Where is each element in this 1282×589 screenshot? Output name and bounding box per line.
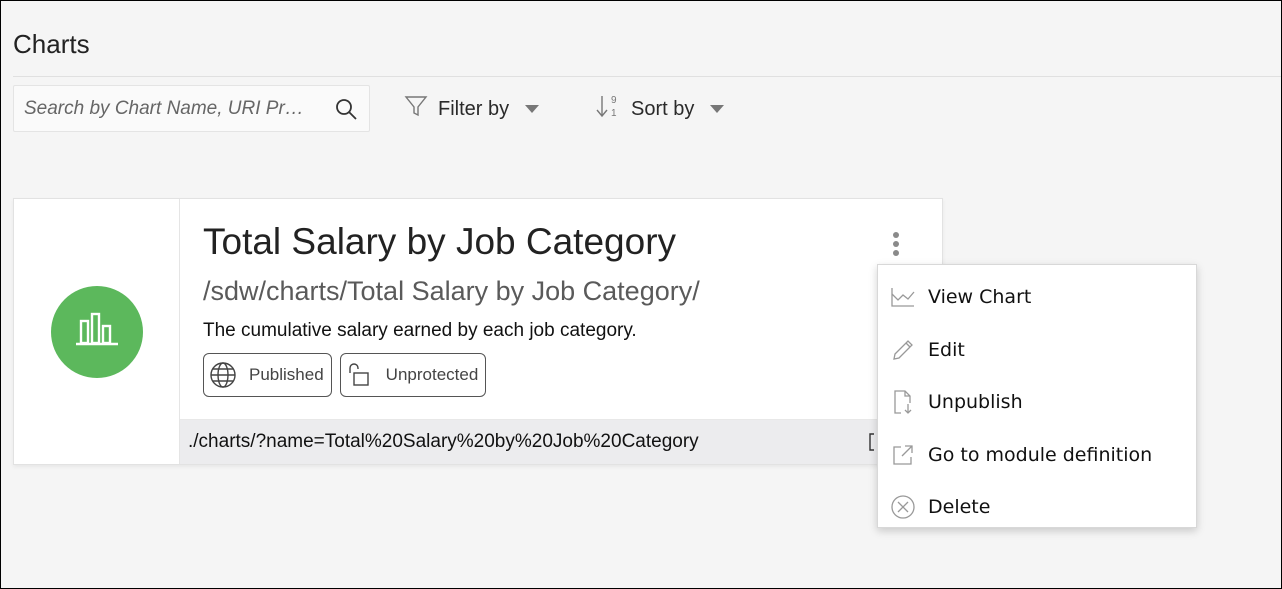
kebab-menu-icon[interactable] [884, 229, 908, 259]
search-input[interactable] [24, 97, 333, 120]
unpublish-label: Unpublish [928, 391, 1023, 414]
menu-item-go-to-module-definition[interactable]: Go to module definition [878, 429, 1196, 482]
document-download-icon [890, 389, 916, 415]
published-label: Published [249, 365, 324, 384]
sort-numeric-icon: 9 1 [595, 93, 621, 125]
sort-by-label: Sort by [631, 97, 695, 120]
unprotected-badge: Unprotected [339, 353, 487, 397]
menu-item-delete[interactable]: Delete [878, 481, 1196, 534]
card-body: Total Salary by Job Category /sdw/charts… [180, 199, 942, 464]
chart-url-bar: ./charts/?name=Total%20Salary%20by%20Job… [180, 419, 942, 464]
badge-list: Published Unprotected [203, 353, 487, 397]
published-badge: Published [203, 353, 332, 397]
chart-path: /sdw/charts/Total Salary by Job Category… [203, 276, 700, 306]
chart-description: The cumulative salary earned by each job… [203, 320, 637, 341]
title-divider [13, 76, 1281, 77]
menu-item-unpublish[interactable]: Unpublish [878, 376, 1196, 429]
globe-icon [209, 361, 237, 389]
card-thumbnail [14, 199, 180, 464]
filter-by-button[interactable]: Filter by [404, 93, 540, 125]
page-title: Charts [13, 29, 90, 59]
chart-thumbnail-badge [50, 285, 143, 378]
bar-chart-icon [74, 311, 120, 352]
go-to-module-definition-label: Go to module definition [928, 443, 1153, 466]
external-link-icon [890, 442, 916, 468]
chart-title[interactable]: Total Salary by Job Category [203, 221, 676, 263]
svg-text:9: 9 [611, 95, 617, 106]
unprotected-label: Unprotected [385, 365, 479, 384]
svg-text:1: 1 [611, 108, 617, 119]
menu-item-view-chart[interactable]: View Chart [878, 271, 1196, 324]
card-context-menu: View Chart Edit Unpublish Go to module d… [877, 264, 1197, 528]
filter-by-label: Filter by [438, 97, 510, 120]
caret-down-icon [710, 105, 725, 113]
caret-down-icon [525, 105, 540, 113]
circle-x-icon [890, 494, 916, 520]
pencil-icon [890, 337, 916, 363]
edit-label: Edit [928, 338, 965, 361]
sort-by-button[interactable]: 9 1 Sort by [595, 93, 725, 125]
line-chart-icon [890, 284, 916, 310]
menu-item-edit[interactable]: Edit [878, 324, 1196, 377]
chart-url[interactable]: ./charts/?name=Total%20Salary%20by%20Job… [188, 431, 699, 453]
unlock-icon [346, 361, 374, 389]
filter-icon [404, 94, 428, 124]
delete-label: Delete [928, 496, 991, 519]
chart-card[interactable]: Total Salary by Job Category /sdw/charts… [13, 198, 943, 465]
search-icon[interactable] [333, 96, 359, 122]
view-chart-label: View Chart [928, 286, 1032, 309]
search-box[interactable] [13, 85, 370, 132]
